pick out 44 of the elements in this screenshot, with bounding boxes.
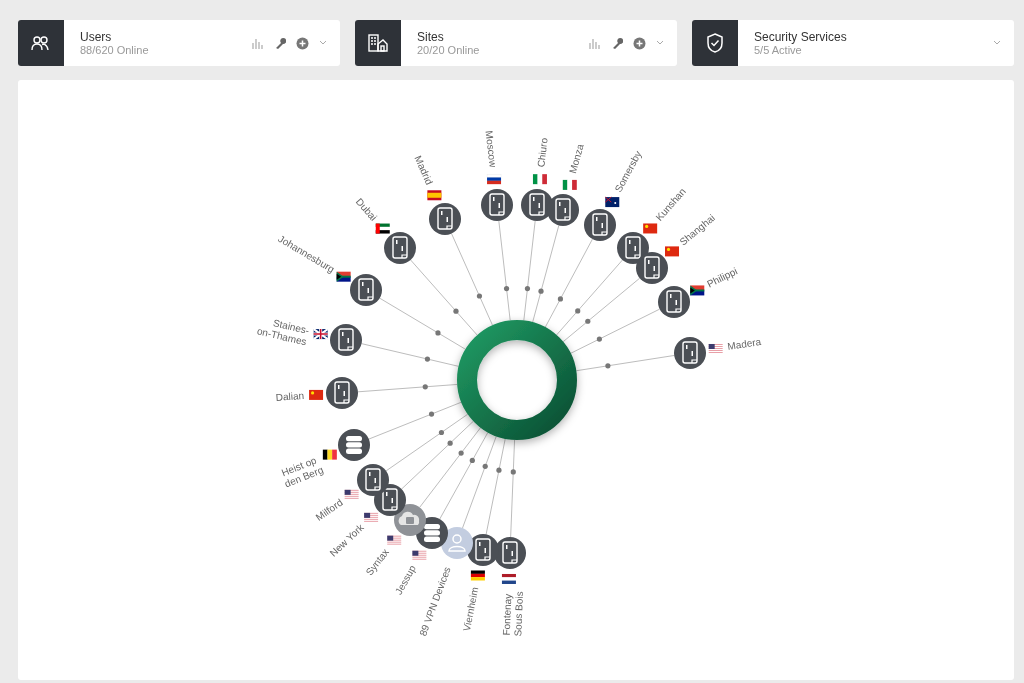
device-node[interactable] [330, 324, 362, 356]
card-subtitle: 88/620 Online [80, 43, 150, 57]
card-subtitle: 5/5 Active [754, 43, 803, 57]
device-node[interactable] [357, 464, 389, 496]
node-label: Madera [726, 336, 762, 353]
building-icon [368, 34, 388, 52]
wrench-icon [611, 37, 623, 49]
node-label: Chiuro [535, 137, 550, 168]
device-node[interactable] [384, 232, 416, 264]
node-label: Fontenay Sous Bois [500, 591, 525, 637]
device-node[interactable] [674, 337, 706, 369]
card-subtitle: 20/20 Online [417, 43, 481, 57]
card-title: Security Services [754, 29, 848, 44]
card-title: Sites [417, 29, 445, 44]
database-node[interactable] [338, 429, 370, 461]
node-label: New York [327, 521, 366, 559]
plus-circle-icon [296, 36, 309, 50]
shield-check-icon [706, 33, 724, 53]
device-node[interactable] [350, 274, 382, 306]
device-node[interactable] [494, 537, 526, 569]
hub-ring[interactable] [457, 320, 577, 440]
node-label: Viernheim [460, 586, 481, 633]
caret-icon [656, 40, 664, 46]
device-node[interactable] [584, 209, 616, 241]
caret-icon [993, 40, 1001, 46]
device-node[interactable] [429, 203, 461, 235]
device-node[interactable] [658, 286, 690, 318]
card-title: Users [80, 29, 113, 44]
plus-circle-icon [633, 36, 646, 50]
device-node[interactable] [481, 189, 513, 221]
caret-icon [319, 40, 327, 46]
bar-chart-icon [252, 37, 264, 49]
node-label: Staines-on-Thames [256, 317, 311, 348]
bar-chart-icon [589, 37, 601, 49]
cloud-node[interactable] [394, 504, 426, 536]
device-node[interactable] [326, 377, 358, 409]
node-label: Heist op den Berg [279, 454, 325, 490]
wrench-icon [274, 37, 286, 49]
node-label: Dalian [275, 389, 305, 403]
node-label: Moscow [483, 130, 499, 168]
node-label: Monza [567, 142, 586, 175]
device-node[interactable] [547, 194, 579, 226]
device-node[interactable] [636, 252, 668, 284]
users-icon [31, 35, 51, 51]
